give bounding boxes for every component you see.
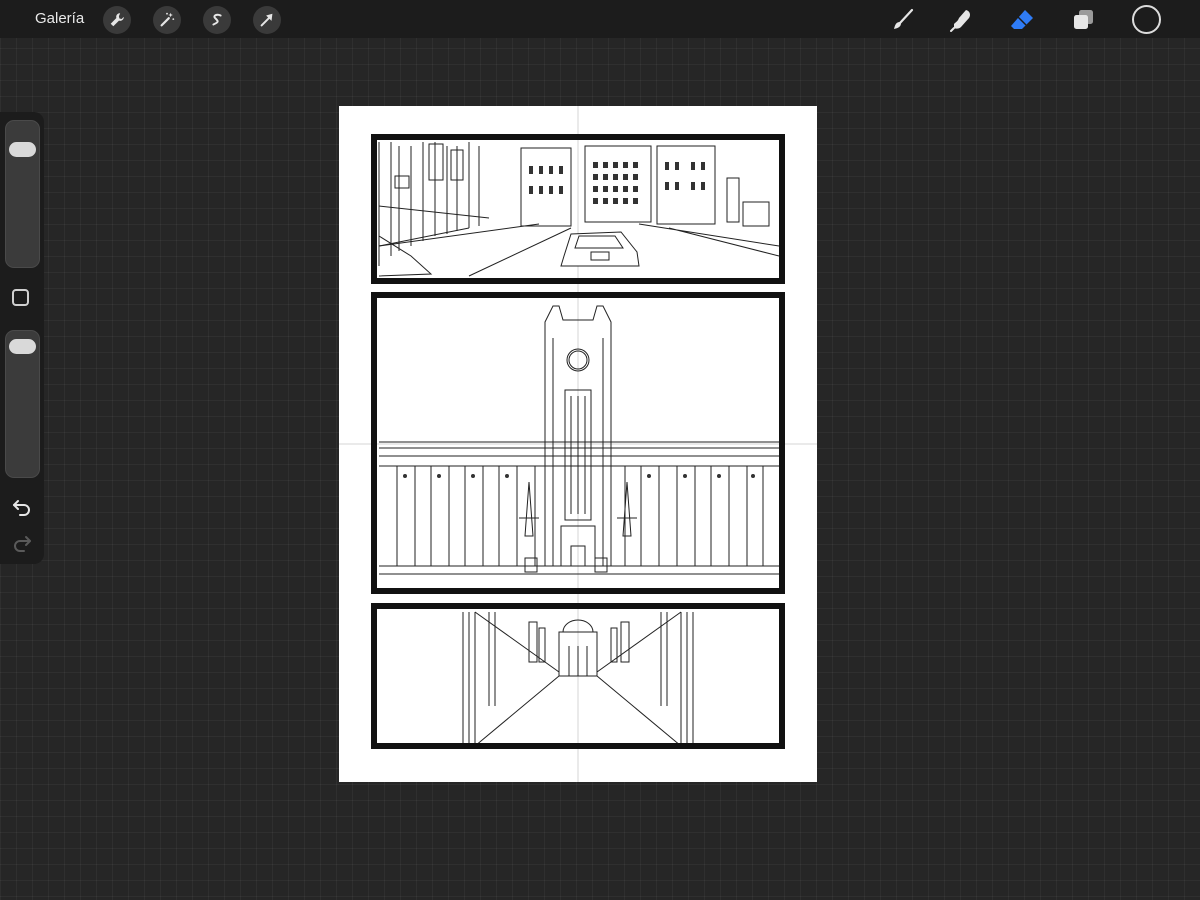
- transform-button[interactable]: [253, 6, 281, 34]
- drawing-canvas[interactable]: [339, 106, 817, 782]
- brush-size-thumb[interactable]: [9, 141, 36, 157]
- top-toolbar: Galería: [0, 0, 1200, 38]
- color-picker-button[interactable]: [1132, 5, 1161, 34]
- opacity-slider[interactable]: [5, 330, 40, 478]
- adjustments-button[interactable]: [153, 6, 181, 34]
- redo-icon[interactable]: [11, 532, 33, 554]
- smudge-tool-button[interactable]: [947, 5, 977, 35]
- undo-icon[interactable]: [11, 496, 33, 518]
- eraser-tool-button[interactable]: [1007, 5, 1037, 35]
- selection-button[interactable]: [203, 6, 231, 34]
- wrench-icon: [110, 13, 124, 27]
- gallery-button[interactable]: Galería: [35, 10, 84, 27]
- magic-wand-icon: [160, 12, 175, 27]
- layers-icon: [1074, 10, 1093, 29]
- opacity-thumb[interactable]: [9, 339, 36, 354]
- comic-page-artwork: [339, 106, 817, 782]
- modify-button[interactable]: [12, 289, 29, 306]
- brush-tool-button[interactable]: [888, 5, 918, 35]
- selection-s-icon: [212, 13, 222, 26]
- eraser-icon: [1011, 10, 1033, 29]
- brush-size-slider[interactable]: [5, 120, 40, 268]
- layers-button[interactable]: [1068, 5, 1098, 35]
- brush-icon: [894, 8, 914, 29]
- arrow-cursor-icon: [260, 13, 273, 27]
- actions-button[interactable]: [103, 6, 131, 34]
- sidebar: [0, 112, 44, 564]
- smudge-icon: [950, 10, 970, 32]
